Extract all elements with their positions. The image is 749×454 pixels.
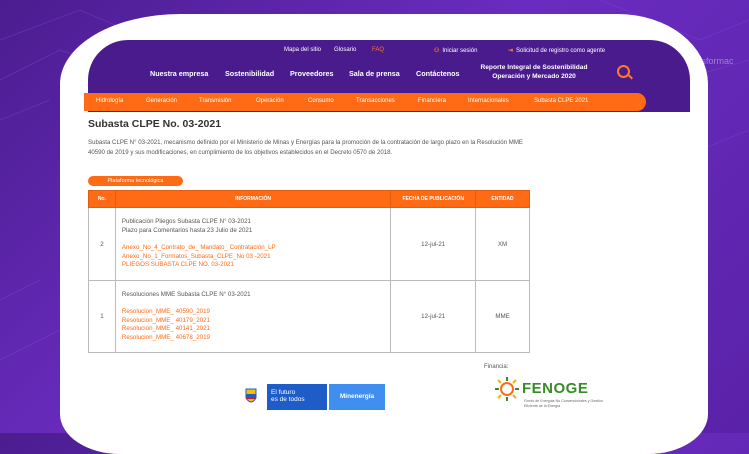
register-link[interactable]: ⇥ Solicitud de registro como agente bbox=[508, 47, 605, 54]
table-header-row: No. INFORMACIÓN FECHA DE PUBLICACIÓN ENT… bbox=[88, 190, 530, 208]
faq-link[interactable]: FAQ bbox=[372, 47, 384, 53]
document-link[interactable]: Resolucion_MME_ 40590_2019 bbox=[122, 308, 384, 317]
nav-item-sala-prensa[interactable]: Sala de prensa bbox=[349, 69, 400, 78]
subnav-item-generacion[interactable]: Generación bbox=[146, 98, 177, 104]
document-link[interactable]: Anexo_No_1_Formatos_Subasta_CLPE_No 03 -… bbox=[122, 253, 384, 262]
subnav-item-financiera[interactable]: Financiera bbox=[418, 98, 446, 104]
header-info: INFORMACIÓN bbox=[114, 190, 392, 208]
row-info: Resoluciones MME Subasta CLPE N° 03-2021… bbox=[114, 280, 392, 353]
page-description: Subasta CLPE N° 03-2021, mecanismo defin… bbox=[88, 139, 523, 156]
document-link[interactable]: Resolucion_MME_ 40141_2021 bbox=[122, 325, 384, 334]
platform-button[interactable]: Plataforma tecnológica bbox=[88, 176, 183, 186]
sitemap-link[interactable]: Mapa del sitio bbox=[284, 47, 321, 53]
search-icon[interactable] bbox=[617, 65, 630, 78]
row-entity: XM bbox=[475, 207, 530, 281]
header-entity: ENTIDAD bbox=[475, 190, 530, 208]
row-number: 1 bbox=[88, 280, 116, 353]
fenoge-logo[interactable]: FENOGE Fondo de Energías No Convencional… bbox=[494, 376, 624, 412]
subnav-item-internacionales[interactable]: Internacionales bbox=[468, 98, 509, 104]
subnav-item-hidrologia[interactable]: Hidrología bbox=[96, 98, 123, 104]
subnav-item-transmision[interactable]: Transmisión bbox=[199, 98, 231, 104]
fenoge-subtitle: Fondo de Energías No Convencionales y Ge… bbox=[524, 399, 603, 408]
login-arrow-icon: ⇥ bbox=[508, 48, 514, 54]
minenergia-label: Minenergía bbox=[329, 384, 385, 410]
nav-item-empresa[interactable]: Nuestra empresa bbox=[150, 69, 208, 78]
subnav-item-operacion[interactable]: Operación bbox=[256, 98, 284, 104]
user-icon: ⚇ bbox=[434, 48, 440, 54]
top-bar: Mapa del sitio Glosario FAQ ⚇ Iniciar ses… bbox=[84, 40, 690, 112]
nav-item-sostenibilidad[interactable]: Sostenibilidad bbox=[225, 69, 274, 78]
table-row: 1 Resoluciones MME Subasta CLPE N° 03-20… bbox=[88, 280, 530, 353]
document-link[interactable]: PLIEGOS SUBASTA CLPE NO. 03-2021 bbox=[122, 261, 384, 270]
nav-item-reporte[interactable]: Reporte Integral de Sostenibilidad Opera… bbox=[474, 63, 594, 81]
subnav-item-consumo[interactable]: Consumo bbox=[308, 98, 334, 104]
row-entity: MME bbox=[475, 280, 530, 353]
nav-item-proveedores[interactable]: Proveedores bbox=[290, 69, 334, 78]
document-link[interactable]: Anexo_No_4_Contrato_de_ Mandato_ Contrat… bbox=[122, 244, 384, 253]
fenoge-name: FENOGE bbox=[522, 380, 589, 397]
document-link[interactable]: Resolucion_MME_ 40678_2019 bbox=[122, 334, 384, 343]
nav-item-contactenos[interactable]: Contáctenos bbox=[416, 69, 460, 78]
document-link[interactable]: Resolucion_MME_ 40179_2021 bbox=[122, 317, 384, 326]
gov-slogan: El futuro es de todos bbox=[267, 384, 327, 410]
row-date: 12-jul-21 bbox=[390, 280, 477, 353]
row-number: 2 bbox=[88, 207, 116, 281]
documents-table: No. INFORMACIÓN FECHA DE PUBLICACIÓN ENT… bbox=[88, 190, 530, 353]
fenoge-sun-icon bbox=[495, 377, 519, 401]
row-info-text: Plazo para Comentarios hasta 23 Julio de… bbox=[121, 226, 253, 234]
site-header: Mapa del sitio Glosario FAQ ⚇ Iniciar ses… bbox=[84, 40, 690, 112]
header-no: No. bbox=[88, 190, 116, 208]
row-info-text: Publicación Pliegos Subasta CLPE N° 03-2… bbox=[121, 218, 251, 226]
row-info: Publicación Pliegos Subasta CLPE N° 03-2… bbox=[114, 207, 392, 281]
colombia-shield-icon bbox=[245, 388, 257, 403]
page-title: Subasta CLPE No. 03-2021 bbox=[88, 118, 222, 130]
utility-bar: Mapa del sitio Glosario FAQ ⚇ Iniciar ses… bbox=[88, 44, 690, 58]
sub-nav: Hidrología Generación Transmisión Operac… bbox=[84, 93, 646, 111]
gov-logo[interactable]: El futuro es de todos Minenergía bbox=[237, 384, 385, 410]
financia-label: Financia: bbox=[484, 364, 509, 370]
glossary-link[interactable]: Glosario bbox=[334, 47, 356, 53]
subnav-item-transacciones[interactable]: Transacciones bbox=[356, 98, 395, 104]
login-link[interactable]: ⚇ Iniciar sesión bbox=[434, 47, 477, 54]
table-row: 2 Publicación Pliegos Subasta CLPE N° 03… bbox=[88, 207, 530, 281]
header-date: FECHA DE PUBLICACIÓN bbox=[390, 190, 477, 208]
row-info-text: Resoluciones MME Subasta CLPE N° 03-2021 bbox=[121, 290, 251, 298]
subnav-item-subasta[interactable]: Subasta CLPE 2021 bbox=[534, 98, 588, 104]
row-date: 12-jul-21 bbox=[390, 207, 477, 281]
